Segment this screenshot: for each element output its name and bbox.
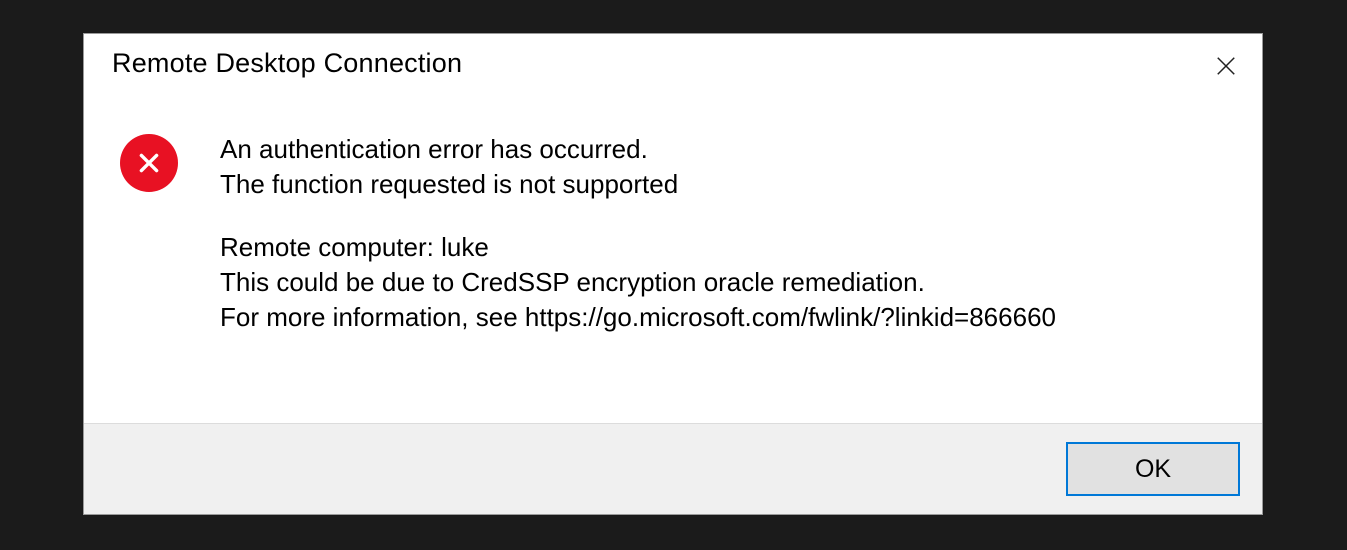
error-icon (120, 134, 178, 192)
message-line-3: Remote computer: luke (220, 230, 1232, 265)
close-button[interactable] (1206, 46, 1246, 86)
message-line-4: This could be due to CredSSP encryption … (220, 265, 1232, 300)
dialog-footer: OK (84, 423, 1262, 514)
message-column: An authentication error has occurred. Th… (220, 132, 1232, 403)
dialog-content: An authentication error has occurred. Th… (84, 104, 1262, 423)
message-line-2: The function requested is not supported (220, 167, 1232, 202)
ok-button[interactable]: OK (1066, 442, 1240, 496)
icon-column (114, 132, 220, 403)
dialog-title: Remote Desktop Connection (112, 48, 462, 79)
message-line-1: An authentication error has occurred. (220, 132, 1232, 167)
close-icon (1215, 55, 1237, 77)
dialog-titlebar: Remote Desktop Connection (84, 34, 1262, 104)
error-dialog: Remote Desktop Connection An authenticat… (83, 33, 1263, 515)
message-line-5: For more information, see https://go.mic… (220, 300, 1232, 335)
